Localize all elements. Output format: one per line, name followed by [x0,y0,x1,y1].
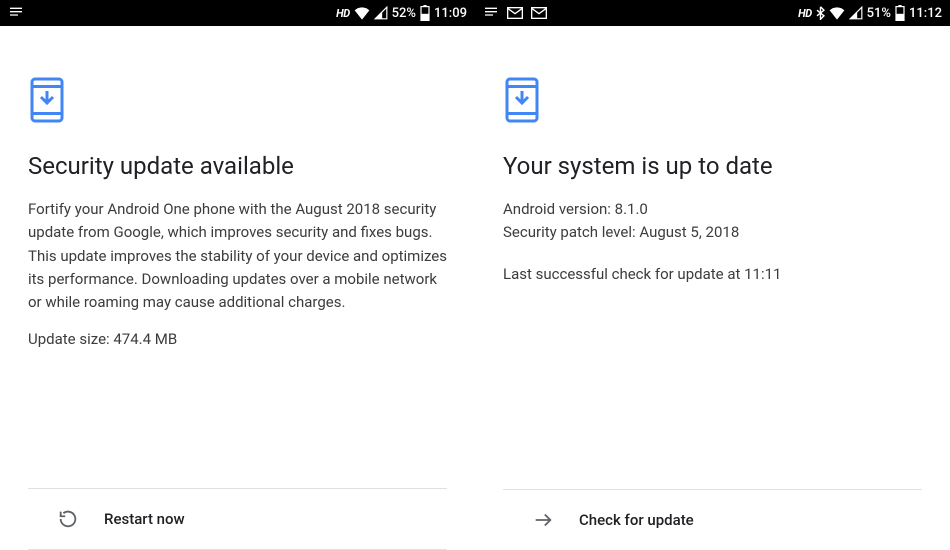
cellular-signal-icon [374,6,388,20]
battery-percentage: 52% [392,6,416,21]
system-update-icon [28,76,447,128]
page-title: Security update available [28,152,447,180]
notification-icon [8,5,24,21]
check-for-update-label: Check for update [579,511,694,529]
page-title: Your system is up to date [503,152,922,180]
battery-icon [420,5,430,21]
cellular-signal-icon [849,6,863,20]
status-bar-left [8,5,24,21]
restart-now-label: Restart now [104,510,185,528]
clock: 11:12 [909,6,942,21]
gmail-icon [507,7,523,19]
last-check-time: Last successful check for update at 11:1… [503,263,922,286]
check-for-update-row[interactable]: Check for update [503,489,922,550]
restart-now-row[interactable]: Restart now [28,488,447,550]
right-screenshot: HD 51% 11:12 Your sy [475,0,950,550]
status-bar-right: HD 51% 11:12 [798,5,942,21]
system-update-icon [503,76,922,128]
hd-indicator: HD [798,7,811,20]
left-screenshot: HD 52% 11:09 Security update available [0,0,475,550]
battery-percentage: 51% [867,6,891,21]
bluetooth-icon [816,6,825,20]
wifi-icon [354,6,370,20]
wifi-icon [829,6,845,20]
status-bar-right: HD 52% 11:09 [336,5,467,21]
arrow-right-icon [531,508,555,532]
gmail-icon [531,7,547,19]
update-description: Fortify your Android One phone with the … [28,198,447,314]
content-area: Your system is up to date Android versio… [475,26,950,489]
battery-icon [895,5,905,21]
status-bar: HD 51% 11:12 [475,0,950,26]
restart-icon [56,507,80,531]
status-bar-left [483,5,547,21]
security-patch-level: Security patch level: August 5, 2018 [503,221,922,244]
content-area: Security update available Fortify your A… [0,26,475,488]
clock: 11:09 [434,6,467,21]
hd-indicator: HD [336,7,349,20]
android-version: Android version: 8.1.0 [503,198,922,221]
status-bar: HD 52% 11:09 [0,0,475,26]
notification-icon [483,5,499,21]
update-size: Update size: 474.4 MB [28,328,447,351]
